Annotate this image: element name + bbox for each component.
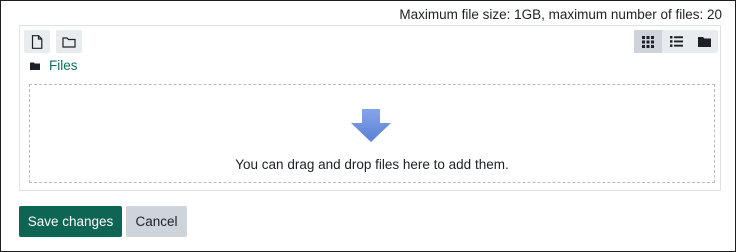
drop-zone[interactable]: You can drag and drop files here to add … [29,84,715,183]
drop-zone-text: You can drag and drop files here to add … [235,157,509,172]
breadcrumb-files-link[interactable]: Files [49,58,78,73]
list-view-button[interactable] [662,30,690,53]
save-changes-button[interactable]: Save changes [19,206,122,237]
add-file-button[interactable] [24,30,50,53]
grid-view-button[interactable] [634,30,662,53]
file-icon [31,34,43,49]
folder-icon [30,62,40,70]
grid-icon [642,35,654,48]
breadcrumb: Files [30,58,78,73]
file-picker-frame: Maximum file size: 1GB, maximum number o… [0,0,736,252]
folder-outline-icon [62,36,76,48]
file-limits-text: Maximum file size: 1GB, maximum number o… [399,7,722,22]
view-toggle-group [634,30,718,53]
tree-folder-icon [697,37,711,47]
tree-view-button[interactable] [690,30,718,53]
create-folder-button[interactable] [56,30,82,53]
file-manager-toolbar [20,26,720,74]
cancel-button[interactable]: Cancel [126,206,187,237]
list-icon [669,36,683,47]
down-arrow-icon [351,109,391,142]
file-manager: Files You can drag and drop files here t… [19,25,721,191]
